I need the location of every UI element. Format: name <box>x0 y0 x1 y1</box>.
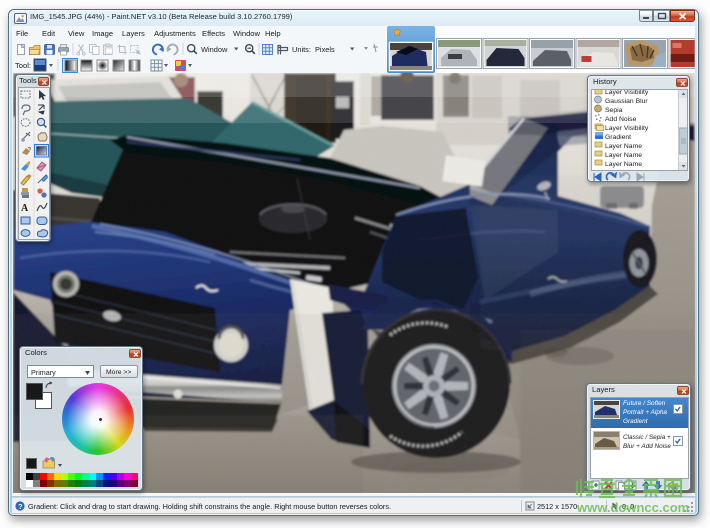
svg-text:Layer Visibility: Layer Visibility <box>605 125 649 132</box>
svg-text:Units:: Units: <box>292 45 311 54</box>
svg-text:Tool:: Tool: <box>15 61 31 70</box>
svg-text:A: A <box>21 203 29 214</box>
svg-text:Layer Visibility: Layer Visibility <box>605 90 649 96</box>
svg-text:Gaussian Blur: Gaussian Blur <box>605 98 648 105</box>
svg-text:Layer Name: Layer Name <box>605 152 642 159</box>
svg-text:Layer Name: Layer Name <box>605 143 642 150</box>
svg-text:Add Noise: Add Noise <box>605 116 637 123</box>
svg-text:Gradient: Gradient <box>605 134 631 141</box>
svg-text:?: ? <box>18 502 23 511</box>
svg-text:Sepia: Sepia <box>605 107 623 114</box>
svg-text:Pixels: Pixels <box>315 45 335 54</box>
svg-text:Layer Name: Layer Name <box>605 161 642 168</box>
svg-text:Window: Window <box>201 45 228 54</box>
